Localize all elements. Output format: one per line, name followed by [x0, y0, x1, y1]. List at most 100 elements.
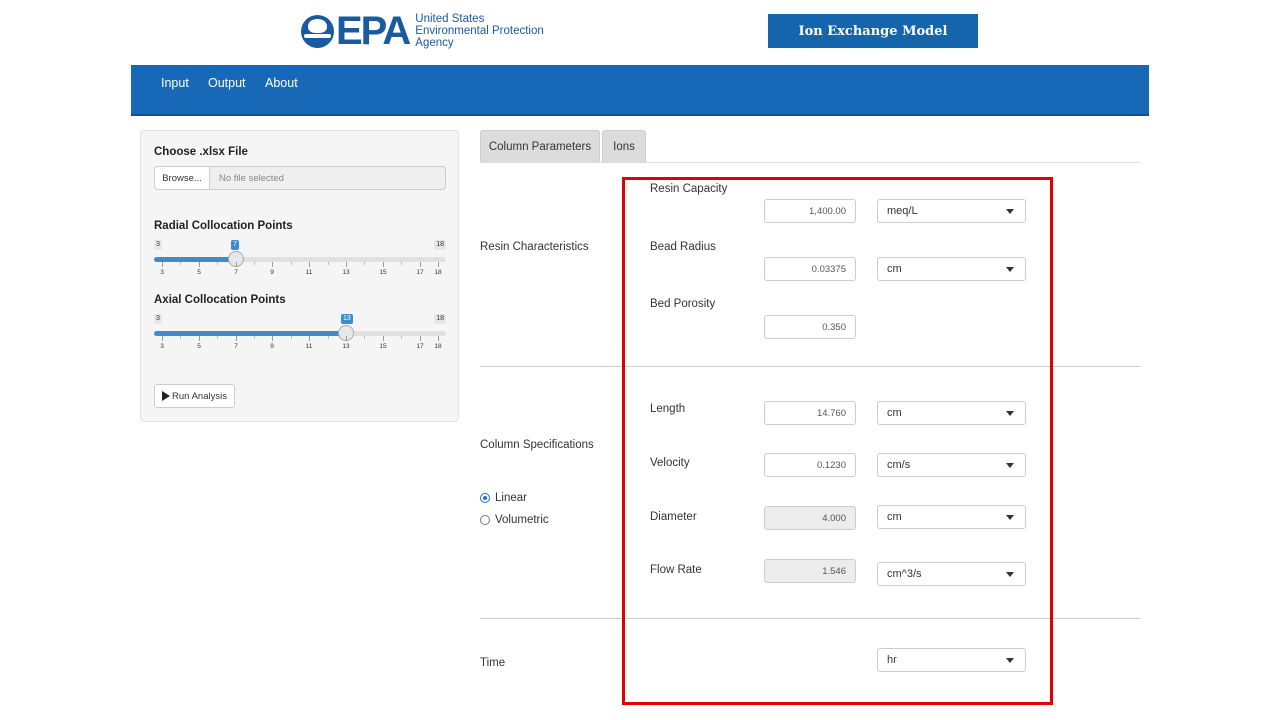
agency-line-1: United States: [415, 13, 485, 25]
slider-tick-label: 9: [270, 269, 274, 276]
navbar: Input Output About: [131, 65, 1149, 116]
slider-tick: [291, 336, 292, 339]
slider-tick: [438, 336, 439, 341]
section-divider: [480, 366, 1140, 367]
browse-button[interactable]: Browse...: [154, 166, 210, 190]
nav-about[interactable]: About: [265, 76, 298, 90]
slider-tick: [346, 336, 347, 341]
slider-tick: [199, 336, 200, 341]
chevron-down-icon: [1006, 515, 1014, 520]
slider-tick: [291, 262, 292, 265]
slider-tick: [420, 336, 421, 341]
radio-volumetric[interactable]: Volumetric: [480, 514, 549, 526]
flow-rate-unit-select[interactable]: cm^3/s: [877, 562, 1026, 586]
slider-tick: [328, 336, 329, 339]
chevron-down-icon: [1006, 572, 1014, 577]
resin-capacity-label: Resin Capacity: [650, 183, 728, 195]
run-analysis-button[interactable]: Run Analysis: [154, 384, 235, 408]
agency-line-3: Agency: [415, 37, 454, 49]
nav-input[interactable]: Input: [161, 76, 189, 90]
section-divider: [480, 618, 1140, 619]
slider-tick-label: 7: [234, 269, 238, 276]
bead-radius-unit-select[interactable]: cm: [877, 257, 1026, 281]
radio-volumetric-label: Volumetric: [495, 514, 549, 526]
slider-tick-label: 3: [160, 269, 164, 276]
resin-section-label: Resin Characteristics: [480, 241, 589, 253]
slider-tick-label: 11: [305, 269, 313, 276]
slider-tick: [383, 262, 384, 267]
epa-logo[interactable]: EPA United States Environmental Protecti…: [301, 11, 544, 51]
resin-capacity-unit: meq/L: [887, 205, 918, 217]
bed-porosity-label: Bed Porosity: [650, 298, 716, 310]
slider-tick: [180, 336, 181, 339]
tab-column-parameters[interactable]: Column Parameters: [480, 130, 600, 162]
velocity-input[interactable]: 0.1230: [764, 453, 856, 477]
time-section-label: Time: [480, 657, 506, 669]
slider-tick: [309, 336, 310, 341]
axial-ticks: 3 5 7 9 11 13 15 17 18: [154, 336, 446, 354]
slider-tick: [217, 336, 218, 339]
slider-tick: [401, 336, 402, 339]
slider-tick: [162, 262, 163, 267]
slider-tick: [254, 336, 255, 339]
diameter-unit-select[interactable]: cm: [877, 505, 1026, 529]
chevron-down-icon: [1006, 411, 1014, 416]
resin-capacity-unit-select[interactable]: meq/L: [877, 199, 1026, 223]
slider-tick-label: 3: [160, 343, 164, 350]
tab-ions[interactable]: Ions: [602, 130, 646, 162]
bead-radius-label: Bead Radius: [650, 241, 716, 253]
axial-min: 3: [154, 314, 162, 324]
radial-label: Radial Collocation Points: [154, 220, 293, 232]
slider-tick: [217, 262, 218, 265]
epa-flower-icon: [301, 14, 334, 48]
slider-tick: [364, 262, 365, 265]
axial-max: 18: [434, 314, 446, 324]
slider-tick-label: 13: [342, 343, 350, 350]
slider-tick: [180, 262, 181, 265]
column-section-label: Column Specifications: [480, 439, 594, 451]
model-title-button[interactable]: Ion Exchange Model: [768, 14, 978, 48]
slider-tick: [254, 262, 255, 265]
run-analysis-label: Run Analysis: [172, 390, 227, 402]
time-unit-select[interactable]: hr: [877, 648, 1026, 672]
tab-bar: Column Parameters Ions: [480, 130, 1140, 163]
slider-tick-label: 17: [416, 343, 424, 350]
file-input[interactable]: Browse... No file selected: [154, 166, 446, 190]
axial-label: Axial Collocation Points: [154, 294, 286, 306]
bead-radius-unit: cm: [887, 263, 902, 275]
slider-tick: [383, 336, 384, 341]
play-icon: [162, 391, 171, 401]
length-unit-select[interactable]: cm: [877, 401, 1026, 425]
radial-slider[interactable]: 3 18 7 3 5 7 9 11 13 15 17 18: [154, 240, 446, 280]
slider-tick: [401, 262, 402, 265]
axial-value: 13: [341, 314, 353, 324]
chevron-down-icon: [1006, 209, 1014, 214]
radial-value: 7: [231, 240, 239, 250]
slider-tick: [272, 262, 273, 267]
agency-name: United States Environmental Protection A…: [415, 13, 543, 49]
chevron-down-icon: [1006, 267, 1014, 272]
velocity-label: Velocity: [650, 457, 690, 469]
slider-tick-label: 11: [305, 343, 313, 350]
file-name-field: No file selected: [210, 166, 446, 190]
radio-linear[interactable]: Linear: [480, 492, 527, 504]
radio-selected-icon: [480, 493, 490, 503]
radial-max: 18: [434, 240, 446, 250]
file-label: Choose .xlsx File: [154, 146, 248, 158]
radial-min: 3: [154, 240, 162, 250]
slider-tick-label: 13: [342, 269, 350, 276]
time-unit: hr: [887, 654, 897, 666]
length-label: Length: [650, 403, 686, 415]
slider-tick-label: 5: [197, 269, 201, 276]
bead-radius-input[interactable]: 0.03375: [764, 257, 856, 281]
resin-capacity-input[interactable]: 1,400.00: [764, 199, 856, 223]
slider-tick: [328, 262, 329, 265]
nav-output[interactable]: Output: [208, 76, 246, 90]
bed-porosity-input[interactable]: 0.350: [764, 315, 856, 339]
length-input[interactable]: 14.760: [764, 401, 856, 425]
flow-rate-unit: cm^3/s: [887, 568, 922, 580]
velocity-unit-select[interactable]: cm/s: [877, 453, 1026, 477]
slider-tick: [236, 336, 237, 341]
axial-slider[interactable]: 3 18 13 3 5 7 9 11 13 15 17 18: [154, 314, 446, 354]
slider-tick: [309, 262, 310, 267]
